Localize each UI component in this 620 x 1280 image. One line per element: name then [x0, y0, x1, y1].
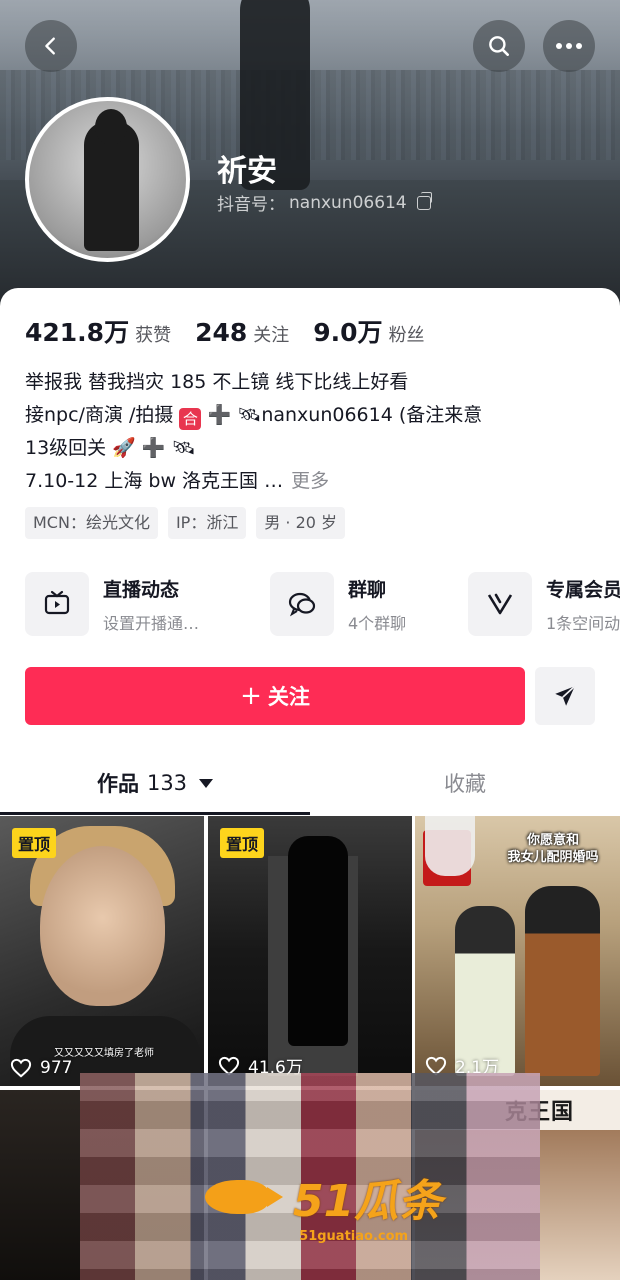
search-button[interactable]: [473, 20, 525, 72]
bio-line-2: 接npc/商演 /拍摄 合 ➕ 🛰nanxun06614 (备注来意: [25, 399, 605, 432]
feature-group-chat[interactable]: 群聊 4个群聊: [270, 571, 468, 637]
tag-gender-age: 男 · 20 岁: [256, 507, 346, 539]
thumb-boy: [525, 886, 600, 1076]
video-tile[interactable]: 置顶 41.6万: [208, 816, 412, 1086]
chat-bubble-icon: [270, 572, 334, 636]
tags-row: MCN：绘光文化 IP：浙江 男 · 20 岁: [25, 507, 346, 539]
fish-logo-icon: [205, 1180, 283, 1214]
douyin-id-value: nanxun06614: [289, 192, 407, 213]
search-icon: [489, 36, 509, 56]
stat-followers-value: 9.0万: [313, 318, 383, 347]
features-row: 直播动态 设置开播通… 群聊 4个群聊 专属会员 1条空间动态: [25, 571, 620, 637]
watermark: 51瓜条 51guatiao.com: [205, 1165, 442, 1244]
bio-line-4: 7.10-12 上海 bw 洛克王国 … 更多: [25, 465, 605, 498]
v-icon: [468, 572, 532, 636]
tab-works-label: 作品: [96, 772, 139, 796]
video-likes-count: 977: [40, 1058, 73, 1078]
satellite-emoji-icon: 🛰: [237, 404, 262, 426]
follow-label: 关注: [267, 685, 310, 709]
bio-line-2-prefix: 接npc/商演 /拍摄: [25, 404, 180, 426]
feature-group-chat-subtitle: 4个群聊: [348, 613, 407, 633]
video-heading: 你愿意和 我女儿配阴婚吗: [507, 833, 599, 865]
stat-followers[interactable]: 9.0万 粉丝: [313, 313, 424, 349]
video-likes: 977: [10, 1058, 72, 1078]
back-button[interactable]: [25, 20, 77, 72]
avatar[interactable]: [25, 97, 190, 262]
pinned-badge: 置顶: [12, 828, 57, 858]
tag-mcn[interactable]: MCN：绘光文化: [25, 507, 158, 539]
stat-likes[interactable]: 421.8万 获赞: [25, 313, 171, 349]
video-tile[interactable]: 你愿意和 我女儿配阴婚吗 2.1万: [415, 816, 620, 1086]
share-button[interactable]: [535, 667, 595, 725]
feature-live-subtitle: 设置开播通…: [103, 613, 200, 633]
avatar-head: [95, 109, 127, 145]
watermark-row: 51瓜条: [205, 1165, 442, 1229]
feature-group-chat-title: 群聊: [348, 578, 387, 601]
bio: 举报我 替我挡灾 185 不上镜 线下比线上好看 接npc/商演 /拍摄 合 ➕…: [25, 366, 605, 498]
feature-membership[interactable]: 专属会员 1条空间动态: [468, 571, 620, 637]
bio-line-2-suffix: nanxun06614 (备注来意: [261, 404, 483, 426]
video-tile[interactable]: 置顶 又又又又又填房了老师 977: [0, 816, 204, 1086]
profile-name: 祈安: [217, 154, 277, 189]
feature-membership-subtitle: 1条空间动态: [546, 613, 620, 633]
watermark-brand: 51瓜条: [293, 1176, 443, 1227]
thumb-face: [40, 846, 165, 1006]
stats-row: 421.8万 获赞 248 关注 9.0万 粉丝: [25, 313, 425, 349]
caret-down-icon[interactable]: [199, 778, 214, 788]
plus-icon: +: [240, 681, 262, 711]
bio-line-1: 举报我 替我挡灾 185 不上镜 线下比线上好看: [25, 371, 409, 393]
tab-active-underline: [0, 812, 310, 815]
watermark-url: 51guatiao.com: [299, 1229, 409, 1244]
bio-line-4-text: 7.10-12 上海 bw 洛克王国 …: [25, 470, 284, 492]
bio-plus: ➕: [201, 404, 238, 426]
video-caption: 又又又又又填房了老师: [54, 1048, 154, 1059]
bio-line-3: 13级回关 🚀 ➕ 🛰: [25, 437, 196, 459]
stat-followers-label: 粉丝: [388, 325, 425, 346]
pinned-badge: 置顶: [220, 828, 265, 858]
thumb-silhouette: [288, 836, 348, 1046]
chevron-left-icon: [45, 37, 55, 55]
tab-favorites-label: 收藏: [444, 772, 486, 796]
stat-following-label: 关注: [253, 325, 290, 346]
he-emoji-icon: 合: [179, 408, 202, 430]
feature-live-title: 直播动态: [103, 578, 180, 601]
tab-works-count: 133: [146, 771, 188, 795]
feature-live[interactable]: 直播动态 设置开播通…: [25, 571, 270, 637]
stat-following[interactable]: 248 关注: [195, 318, 289, 347]
stat-likes-value: 421.8万: [25, 318, 130, 347]
tab-works[interactable]: 作品 133: [0, 753, 310, 815]
more-dots-icon: [556, 43, 582, 49]
follow-button[interactable]: + 关注: [25, 667, 525, 725]
tab-favorites[interactable]: 收藏: [310, 753, 620, 813]
tv-icon: [25, 572, 89, 636]
stat-likes-label: 获赞: [135, 325, 172, 346]
more-options-button[interactable]: [543, 20, 595, 72]
douyin-id-row: 抖音号： nanxun06614: [217, 190, 432, 215]
douyin-id-label: 抖音号：: [217, 195, 285, 215]
bio-more-link[interactable]: 更多: [291, 470, 329, 492]
feature-membership-title: 专属会员: [546, 578, 620, 601]
send-icon: [555, 685, 576, 706]
heart-icon: [10, 1058, 32, 1078]
thumb-ghost: [425, 816, 475, 876]
tag-ip: IP：浙江: [167, 507, 247, 539]
copy-icon[interactable]: [416, 191, 432, 210]
stat-following-value: 248: [195, 318, 248, 347]
content-tabs: 作品 133 收藏: [0, 753, 620, 815]
thumb-girl: [455, 906, 515, 1076]
